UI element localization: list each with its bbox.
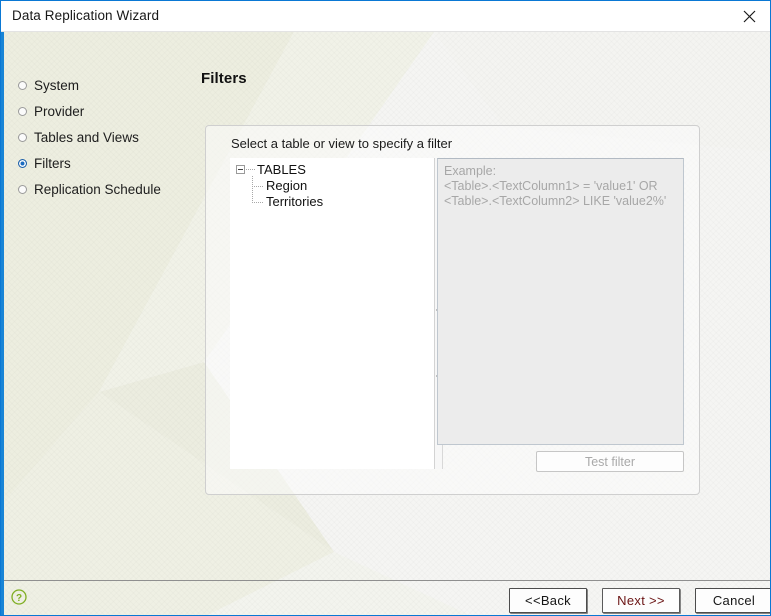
next-button[interactable]: Next >> <box>602 588 680 613</box>
data-replication-wizard-window: Data Replication Wizard System Provider … <box>0 0 771 616</box>
sidebar-item-label: System <box>34 77 80 93</box>
step-bullet-icon <box>18 80 27 90</box>
title-bar: Data Replication Wizard <box>1 1 770 32</box>
cancel-button-label: Cancel <box>712 593 756 608</box>
next-button-label: Next >> <box>617 593 665 608</box>
tree-node-label: Territories <box>266 194 324 209</box>
collapse-minus-icon[interactable] <box>236 165 245 174</box>
wizard-step-list: System Provider Tables and Views Filters… <box>13 72 198 202</box>
step-bullet-icon <box>18 106 27 116</box>
sidebar-item-label: Replication Schedule <box>34 181 161 197</box>
back-button-label: <<Back <box>525 593 571 608</box>
sidebar-item-replication-schedule[interactable]: Replication Schedule <box>13 176 198 202</box>
close-button[interactable] <box>727 1 770 31</box>
panel-caption: Select a table or view to specify a filt… <box>231 136 453 151</box>
page-title: Filters <box>201 70 247 87</box>
filter-expression-editor[interactable]: Example: <Table>.<TextColumn1> = 'value1… <box>437 158 684 445</box>
tables-tree-pane[interactable]: TABLES Region Territories <box>230 158 435 469</box>
tree-children: Region Territories <box>236 176 323 210</box>
tree-node-tables[interactable]: TABLES <box>236 161 323 178</box>
sidebar-item-system[interactable]: System <box>13 72 198 98</box>
tables-tree: TABLES Region Territories <box>236 161 323 210</box>
sidebar-item-tables-and-views[interactable]: Tables and Views <box>13 124 198 150</box>
test-filter-button[interactable]: Test filter <box>536 451 684 472</box>
filter-editor-placeholder: Example: <Table>.<TextColumn1> = 'value1… <box>444 164 667 208</box>
sidebar-item-label: Filters <box>34 155 71 171</box>
step-bullet-icon <box>18 184 27 194</box>
filters-group-panel: Select a table or view to specify a filt… <box>205 125 700 495</box>
dialog-body: System Provider Tables and Views Filters… <box>1 32 770 615</box>
back-button[interactable]: <<Back <box>509 588 587 613</box>
tree-node-territories[interactable]: Territories <box>236 194 323 210</box>
footer-separator <box>4 580 770 581</box>
sidebar-item-label: Provider <box>34 103 85 119</box>
sidebar-item-filters[interactable]: Filters <box>13 150 198 176</box>
step-bullet-icon <box>18 158 27 168</box>
tree-node-region[interactable]: Region <box>236 178 323 194</box>
test-filter-label: Test filter <box>584 454 635 469</box>
window-title: Data Replication Wizard <box>12 8 160 23</box>
tree-node-label: TABLES <box>257 162 306 177</box>
tree-connector-icon <box>246 169 255 170</box>
svg-text:?: ? <box>16 593 22 604</box>
help-button[interactable]: ? <box>11 589 27 605</box>
cancel-button[interactable]: Cancel <box>695 588 770 613</box>
sidebar-item-label: Tables and Views <box>34 129 139 145</box>
sidebar-item-provider[interactable]: Provider <box>13 98 198 124</box>
close-icon <box>743 10 756 23</box>
help-circle-icon: ? <box>11 589 27 605</box>
step-bullet-icon <box>18 132 27 142</box>
tree-node-label: Region <box>266 178 308 193</box>
wizard-navigation-buttons: <<Back Next >> Cancel <box>509 588 770 613</box>
